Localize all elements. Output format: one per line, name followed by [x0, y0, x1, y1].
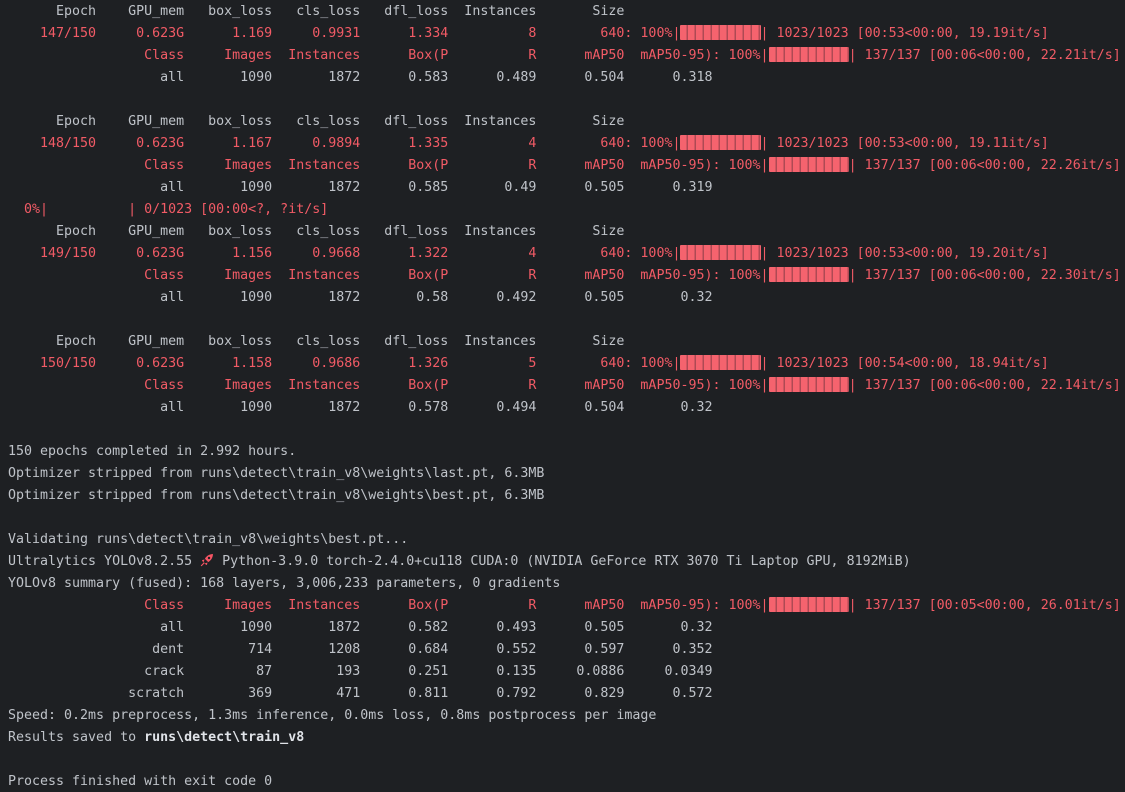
progress-bar	[769, 157, 849, 172]
log-text: Optimizer stripped from runs\detect\trai…	[8, 488, 544, 503]
log-text: Python-3.9.0 torch-2.4.0+cu118 CUDA:0 (N…	[214, 554, 910, 569]
log-text: Process finished with exit code 0	[8, 774, 272, 789]
log-text: 0%| | 0/1023 [00:00<?, ?it/s]	[8, 202, 328, 217]
console-line: Results saved to runs\detect\train_v8	[8, 727, 1125, 749]
console-line: dent 714 1208 0.684 0.552 0.597 0.352	[8, 639, 1125, 661]
log-text: Epoch GPU_mem box_loss cls_loss dfl_loss…	[8, 4, 624, 19]
console-line: Epoch GPU_mem box_loss cls_loss dfl_loss…	[8, 111, 1125, 133]
log-text: Epoch GPU_mem box_loss cls_loss dfl_loss…	[8, 224, 624, 239]
progress-bar	[680, 245, 760, 260]
progress-bar	[769, 267, 849, 282]
console-line: YOLOv8 summary (fused): 168 layers, 3,00…	[8, 573, 1125, 595]
progress-bar	[769, 597, 849, 612]
log-text: | 1023/1023 [00:53<00:00, 19.11it/s]	[761, 136, 1049, 151]
progress-bar	[769, 377, 849, 392]
console-line: scratch 369 471 0.811 0.792 0.829 0.572	[8, 683, 1125, 705]
console-line	[8, 507, 1125, 529]
console-line: Epoch GPU_mem box_loss cls_loss dfl_loss…	[8, 331, 1125, 353]
console-line	[8, 89, 1125, 111]
console-line: Speed: 0.2ms preprocess, 1.3ms inference…	[8, 705, 1125, 727]
console-line: all 1090 1872 0.585 0.49 0.505 0.319	[8, 177, 1125, 199]
log-text: crack 87 193 0.251 0.135 0.0886 0.0349	[8, 664, 712, 679]
log-text: Speed: 0.2ms preprocess, 1.3ms inference…	[8, 708, 656, 723]
log-text: | 137/137 [00:06<00:00, 22.21it/s]	[849, 48, 1121, 63]
console-line	[8, 309, 1125, 331]
console-line: crack 87 193 0.251 0.135 0.0886 0.0349	[8, 661, 1125, 683]
log-text: | 137/137 [00:06<00:00, 22.14it/s]	[849, 378, 1121, 393]
log-text: dent 714 1208 0.684 0.552 0.597 0.352	[8, 642, 712, 657]
console-line: all 1090 1872 0.58 0.492 0.505 0.32	[8, 287, 1125, 309]
progress-bar	[680, 135, 760, 150]
console-line: Optimizer stripped from runs\detect\trai…	[8, 463, 1125, 485]
progress-bar	[769, 47, 849, 62]
console-line: 150/150 0.623G 1.158 0.9686 1.326 5 640:…	[8, 353, 1125, 375]
log-text: 149/150 0.623G 1.156 0.9668 1.322 4 640:…	[8, 246, 680, 261]
log-text: Class Images Instances Box(P R mAP50 mAP…	[8, 158, 769, 173]
log-text: 150/150 0.623G 1.158 0.9686 1.326 5 640:…	[8, 356, 680, 371]
console-line: Process finished with exit code 0	[8, 771, 1125, 792]
console-line: all 1090 1872 0.578 0.494 0.504 0.32	[8, 397, 1125, 419]
progress-bar	[680, 25, 760, 40]
log-text: | 137/137 [00:06<00:00, 22.26it/s]	[849, 158, 1121, 173]
log-text: Epoch GPU_mem box_loss cls_loss dfl_loss…	[8, 334, 624, 349]
log-text: all 1090 1872 0.578 0.494 0.504 0.32	[8, 400, 712, 415]
log-text: Class Images Instances Box(P R mAP50 mAP…	[8, 268, 769, 283]
console-line: Class Images Instances Box(P R mAP50 mAP…	[8, 155, 1125, 177]
rocket-icon	[200, 553, 214, 567]
log-text: | 1023/1023 [00:53<00:00, 19.19it/s]	[761, 26, 1049, 41]
log-text: | 1023/1023 [00:54<00:00, 18.94it/s]	[761, 356, 1049, 371]
log-text: all 1090 1872 0.585 0.49 0.505 0.319	[8, 180, 712, 195]
log-text: YOLOv8 summary (fused): 168 layers, 3,00…	[8, 576, 560, 591]
log-text: all 1090 1872 0.583 0.489 0.504 0.318	[8, 70, 712, 85]
console-line: Class Images Instances Box(P R mAP50 mAP…	[8, 595, 1125, 617]
log-text: | 137/137 [00:05<00:00, 26.01it/s]	[849, 598, 1121, 613]
log-text: | 137/137 [00:06<00:00, 22.30it/s]	[849, 268, 1121, 283]
log-text: scratch 369 471 0.811 0.792 0.829 0.572	[8, 686, 712, 701]
console-line: Class Images Instances Box(P R mAP50 mAP…	[8, 375, 1125, 397]
log-text: Class Images Instances Box(P R mAP50 mAP…	[8, 48, 769, 63]
log-text: | 1023/1023 [00:53<00:00, 19.20it/s]	[761, 246, 1049, 261]
console-line: Ultralytics YOLOv8.2.55 Python-3.9.0 tor…	[8, 551, 1125, 573]
console-line: 0%| | 0/1023 [00:00<?, ?it/s]	[8, 199, 1125, 221]
log-text: Class Images Instances Box(P R mAP50 mAP…	[8, 598, 769, 613]
log-text: Class Images Instances Box(P R mAP50 mAP…	[8, 378, 769, 393]
log-text: 148/150 0.623G 1.167 0.9894 1.335 4 640:…	[8, 136, 680, 151]
log-text: all 1090 1872 0.58 0.492 0.505 0.32	[8, 290, 712, 305]
console-line: 149/150 0.623G 1.156 0.9668 1.322 4 640:…	[8, 243, 1125, 265]
log-text: 147/150 0.623G 1.169 0.9931 1.334 8 640:…	[8, 26, 680, 41]
log-text: all 1090 1872 0.582 0.493 0.505 0.32	[8, 620, 712, 635]
console-line: 150 epochs completed in 2.992 hours.	[8, 441, 1125, 463]
console[interactable]: Epoch GPU_mem box_loss cls_loss dfl_loss…	[0, 0, 1125, 792]
log-text: Validating runs\detect\train_v8\weights\…	[8, 532, 408, 547]
console-line: Epoch GPU_mem box_loss cls_loss dfl_loss…	[8, 1, 1125, 23]
log-text: 150 epochs completed in 2.992 hours.	[8, 444, 296, 459]
console-line: 147/150 0.623G 1.169 0.9931 1.334 8 640:…	[8, 23, 1125, 45]
console-line: Class Images Instances Box(P R mAP50 mAP…	[8, 45, 1125, 67]
log-text: Results saved to	[8, 730, 144, 745]
console-line: Class Images Instances Box(P R mAP50 mAP…	[8, 265, 1125, 287]
console-line: 148/150 0.623G 1.167 0.9894 1.335 4 640:…	[8, 133, 1125, 155]
progress-bar	[680, 355, 760, 370]
console-line: Epoch GPU_mem box_loss cls_loss dfl_loss…	[8, 221, 1125, 243]
console-line: Optimizer stripped from runs\detect\trai…	[8, 485, 1125, 507]
console-line: all 1090 1872 0.582 0.493 0.505 0.32	[8, 617, 1125, 639]
console-line	[8, 749, 1125, 771]
log-text: Ultralytics YOLOv8.2.55	[8, 554, 200, 569]
console-line: Validating runs\detect\train_v8\weights\…	[8, 529, 1125, 551]
console-line: all 1090 1872 0.583 0.489 0.504 0.318	[8, 67, 1125, 89]
log-text: Epoch GPU_mem box_loss cls_loss dfl_loss…	[8, 114, 624, 129]
log-text: runs\detect\train_v8	[144, 730, 304, 745]
console-line	[8, 419, 1125, 441]
log-text: Optimizer stripped from runs\detect\trai…	[8, 466, 544, 481]
